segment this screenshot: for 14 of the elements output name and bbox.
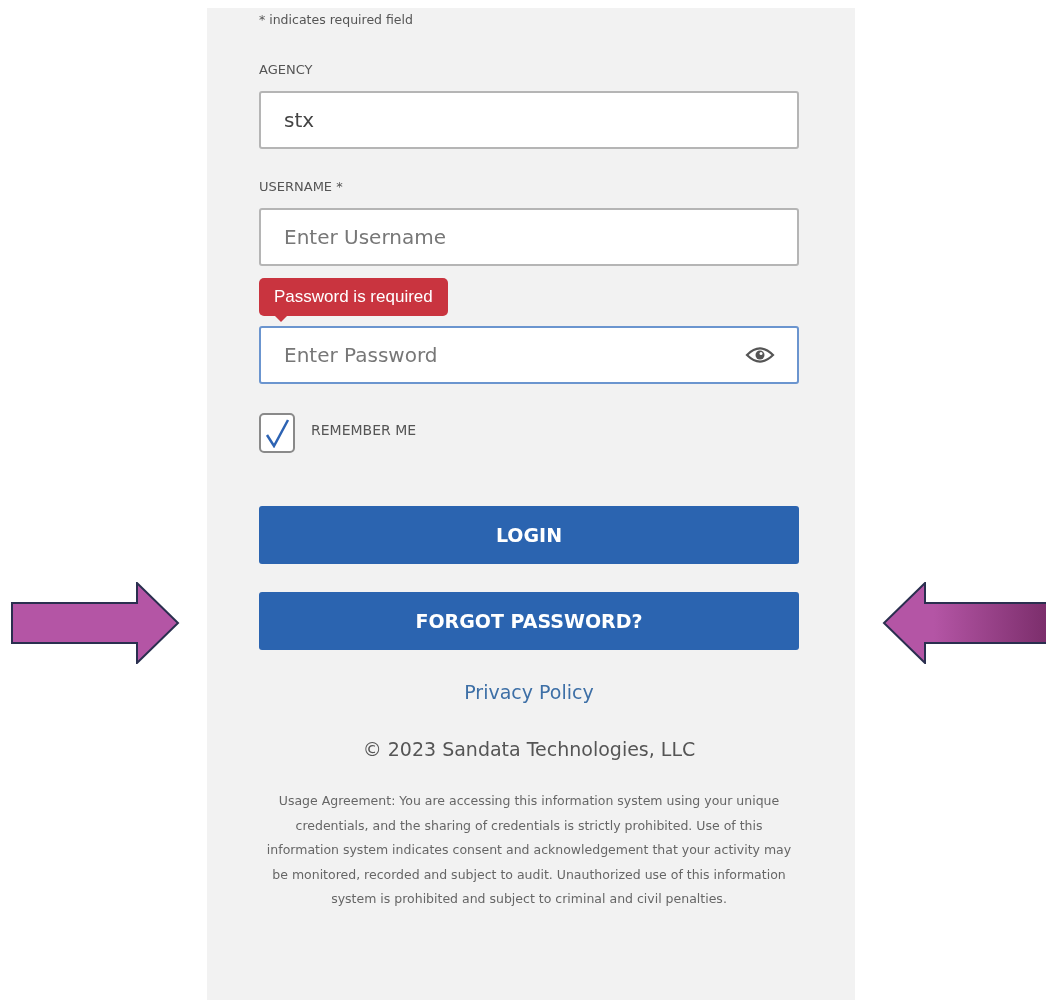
eye-icon[interactable] [745,346,775,364]
copyright-text: © 2023 Sandata Technologies, LLC [362,736,696,762]
checkbox[interactable] [259,413,295,453]
usage-agreement-text: Usage Agreement: You are accessing this information system using your unique credentials, and the sharing of credentials is strictly prohibited. Use of this information system indicates consent and acknowledgement that your activity may be monitored, recorded and subject to audit. Unauthorized use of this information system is prohibited and subject to criminal and civil penalties. [265,792,793,908]
button[interactable]: LOGIN [259,506,799,564]
input-field[interactable]: Enter Password [259,326,799,384]
field-label: USERNAME * [259,178,343,196]
privacy-policy-link[interactable]: Privacy Policy [464,678,594,707]
checkbox-label: REMEMBER ME [311,421,417,440]
required-note: * indicates required field [259,11,413,29]
input-field[interactable]: Enter Username [259,208,799,266]
input-field[interactable]: stx [259,91,799,149]
button[interactable]: FORGOT PASSWORD? [259,592,799,650]
field-label: AGENCY [259,61,313,79]
